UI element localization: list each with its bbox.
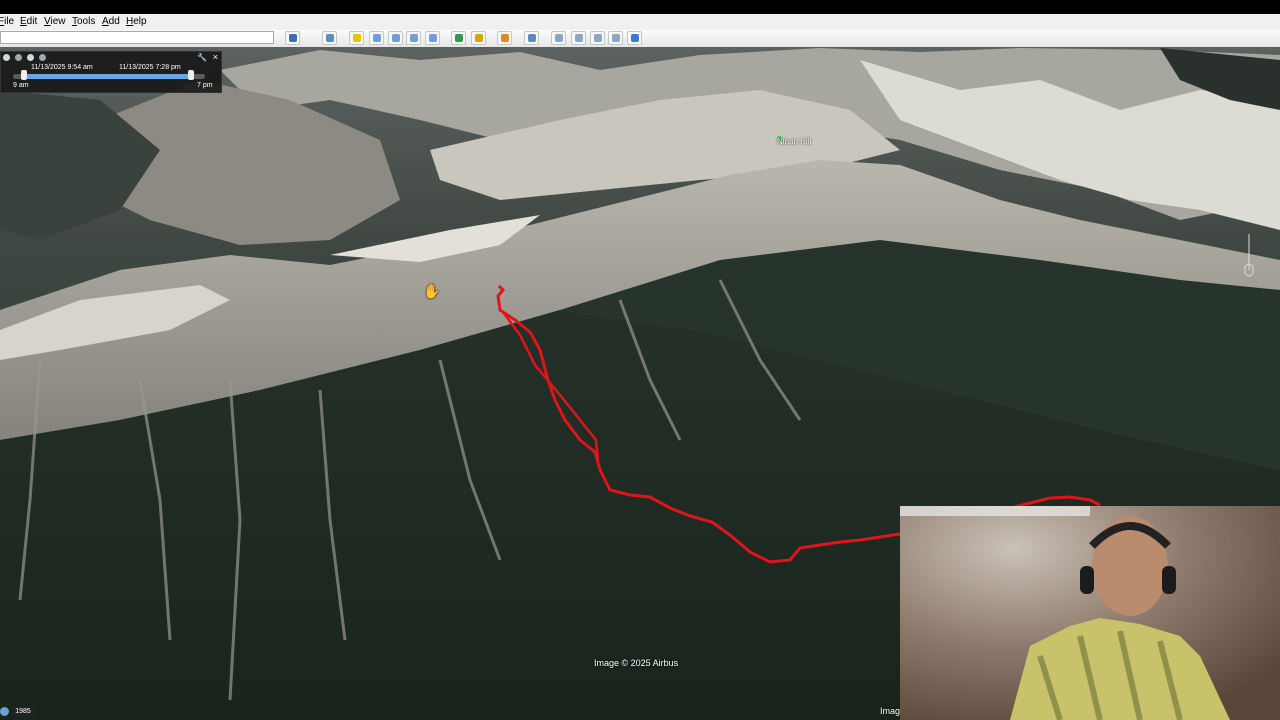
planet-icon <box>501 34 509 42</box>
window-title-bar <box>0 0 1280 14</box>
menu-bar: File Edit View Tools Add Help <box>0 14 1280 30</box>
overlay-icon <box>410 34 418 42</box>
tour-icon <box>429 34 437 42</box>
time-slider[interactable]: 🔧 × 11/13/2025 9:54 am 11/13/2025 7:28 p… <box>0 51 222 93</box>
earth-icon <box>631 34 639 42</box>
overlay-button[interactable] <box>406 31 421 45</box>
menu-tools[interactable]: Tools <box>72 16 95 27</box>
imagery-credit: Image © 2025 Airbus <box>594 658 679 668</box>
maps-button[interactable] <box>608 31 623 45</box>
path-button[interactable] <box>388 31 403 45</box>
search-icon <box>289 34 297 42</box>
tour-button[interactable] <box>425 31 440 45</box>
time-track[interactable] <box>13 74 205 79</box>
start-handle[interactable] <box>21 70 27 80</box>
zoom-out-icon[interactable] <box>15 54 22 61</box>
end-handle[interactable] <box>188 70 194 80</box>
email-icon <box>555 34 563 42</box>
wrench-icon[interactable]: 🔧 <box>197 53 207 62</box>
zoom-slider[interactable] <box>1244 234 1254 280</box>
print-button[interactable] <box>571 31 586 45</box>
placemark-button[interactable] <box>349 31 364 45</box>
zoom-in-icon[interactable] <box>27 54 34 61</box>
place-label[interactable]: Ninan Hill <box>777 137 811 146</box>
polygon-icon <box>373 34 381 42</box>
historical-imagery-icon <box>455 34 463 42</box>
save-image-icon <box>594 34 602 42</box>
webcam-overlay <box>900 506 1280 720</box>
sidebar-icon <box>326 34 334 42</box>
left-tick-label: 9 am <box>13 82 29 89</box>
historical-imagery-button[interactable] <box>451 31 466 45</box>
time-range <box>23 74 193 79</box>
save-image-button[interactable] <box>590 31 605 45</box>
placemark-icon <box>353 34 361 42</box>
menu-help[interactable]: Help <box>126 16 147 27</box>
end-time-label: 11/13/2025 7:28 pm <box>119 64 181 71</box>
search-input[interactable] <box>0 31 274 44</box>
close-icon[interactable]: × <box>213 52 218 62</box>
clock-icon[interactable] <box>3 54 10 61</box>
toolbar <box>0 30 1280 48</box>
maps-icon <box>612 34 620 42</box>
ruler-button[interactable] <box>524 31 539 45</box>
path-icon <box>392 34 400 42</box>
email-button[interactable] <box>551 31 566 45</box>
menu-edit[interactable]: Edit <box>20 16 37 27</box>
print-icon <box>575 34 583 42</box>
sunlight-icon <box>475 34 483 42</box>
presenter-video <box>900 506 1280 720</box>
menu-add[interactable]: Add <box>102 16 120 27</box>
hand-cursor-icon: ✋ <box>423 283 441 299</box>
sunlight-button[interactable] <box>471 31 486 45</box>
globe-icon <box>0 707 9 716</box>
menu-view[interactable]: View <box>44 16 66 27</box>
polygon-button[interactable] <box>369 31 384 45</box>
play-icon[interactable] <box>39 54 46 61</box>
sidebar-button[interactable] <box>322 31 337 45</box>
menu-file[interactable]: File <box>0 16 14 27</box>
ruler-icon <box>528 34 536 42</box>
planet-button[interactable] <box>497 31 512 45</box>
imagery-year-badge: 1985 <box>12 706 34 717</box>
imagery-credit-partial: Imag <box>880 706 901 716</box>
right-tick-label: 7 pm <box>197 82 213 89</box>
earth-button[interactable] <box>627 31 642 45</box>
search-button[interactable] <box>285 31 300 45</box>
start-time-label: 11/13/2025 9:54 am <box>31 64 93 71</box>
